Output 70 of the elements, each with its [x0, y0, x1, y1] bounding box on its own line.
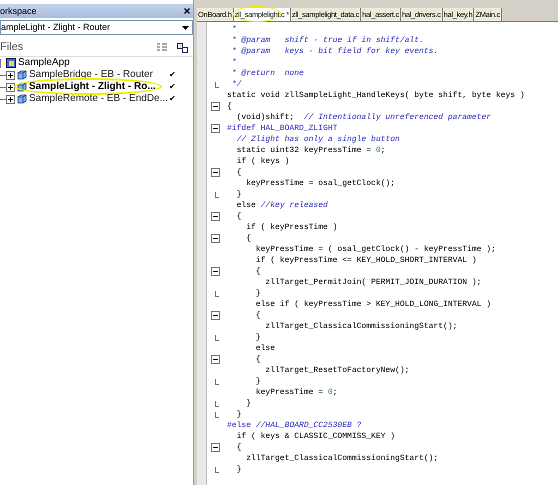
panel-title: orkspace — [0, 6, 37, 16]
code-line: else if ( keyPressTime > KEY_HOLD_LONG_INTERVAL ) — [254, 299, 492, 310]
collapse-icon[interactable] — [210, 124, 220, 133]
code-line: static uint32 keyPressTime = 0; — [236, 145, 386, 156]
code-line: { — [254, 354, 261, 365]
code-line: zllTarget_ResetToFactoryNew(); — [264, 365, 410, 376]
code-line: } — [254, 288, 261, 299]
code-line: } — [236, 189, 242, 200]
expand-icon[interactable] — [6, 70, 15, 80]
code-line: zllTarget_PermitJoin( PERMIT_JOIN_DURATION ); — [264, 277, 482, 288]
checkmark-icon: ✔ — [169, 71, 176, 79]
expand-icon[interactable] — [6, 82, 15, 92]
project-icon — [6, 58, 16, 68]
code-line: { — [236, 442, 242, 453]
code-line: if ( keyPressTime ) — [245, 222, 338, 233]
code-line: else //key released — [236, 200, 328, 211]
code-line: { — [254, 266, 261, 277]
code-line: * — [230, 57, 237, 68]
code-line: } — [245, 398, 252, 409]
code-line: else — [254, 343, 276, 354]
column-header: Files — [0, 40, 24, 56]
cube-icon — [17, 70, 27, 80]
checkmark-icon: ✔ — [169, 95, 176, 103]
code-line: * @param keys - bit field for key events. — [230, 46, 438, 57]
cube-icon — [17, 94, 27, 104]
code-line: { — [245, 233, 252, 244]
collapse-icon[interactable] — [210, 443, 220, 452]
grid-icon[interactable] — [177, 42, 188, 52]
tree-item[interactable]: SampleRemote - EB - EndDe... — [29, 94, 165, 104]
tree-item[interactable]: SampleLight - Zlight - Ro... — [29, 82, 165, 92]
code-line: { — [254, 310, 261, 321]
code-line: keyPressTime = osal_getClock(); — [245, 178, 396, 189]
collapse-icon[interactable] — [210, 212, 220, 221]
code-line: * — [230, 24, 237, 35]
close-icon[interactable] — [184, 8, 190, 14]
code-line: } — [236, 409, 242, 420]
collapse-icon[interactable] — [210, 234, 220, 243]
caret-icon — [182, 26, 189, 30]
code-line: if ( keyPressTime <= KEY_HOLD_SHORT_INTERVAL ) — [254, 255, 477, 266]
collapse-icon[interactable] — [210, 311, 220, 320]
code-line: * @return none — [230, 68, 304, 79]
code-line: // Zlight has only a single button — [236, 134, 400, 145]
checkmark-icon: ✔ — [169, 83, 176, 91]
collapse-icon[interactable] — [210, 267, 220, 276]
collapse-icon[interactable] — [210, 355, 220, 364]
code-line: if ( keys ) — [236, 156, 290, 167]
code-line: } — [254, 332, 261, 343]
tree-item[interactable]: SampleBridge - EB - Router — [29, 70, 165, 80]
expand-icon[interactable] — [6, 94, 15, 104]
code-line: static void zllSampleLight_HandleKeys( byte shift, byte keys ) — [227, 90, 525, 101]
code-line: keyPressTime = ( osal_getClock() - keyPressTime ); — [254, 244, 496, 255]
configuration-dropdown[interactable]: ampleLight - Zlight - Router — [0, 20, 193, 35]
code-line: * @param shift - true if in shift/alt. — [230, 35, 424, 46]
code-line: { — [227, 101, 232, 112]
tree-item[interactable]: SampleApp — [18, 58, 70, 68]
code-line: if ( keys & CLASSIC_COMMISS_KEY ) — [236, 431, 396, 442]
code-line: keyPressTime = 0; — [254, 387, 338, 398]
code-line: zllTarget_ClassicalCommissioningStart(); — [264, 321, 458, 332]
code-line: { — [236, 211, 242, 222]
code-line: #else //HAL_BOARD_CC2530EB ? — [227, 420, 362, 431]
collapse-icon[interactable] — [210, 102, 220, 111]
code-line: { — [236, 167, 242, 178]
collapse-icon[interactable] — [210, 168, 220, 177]
code-line: (void)shift; // Intentionally unreferenced parameter — [236, 112, 492, 123]
code-line: } — [254, 376, 261, 387]
code-line: } — [236, 464, 242, 475]
code-line: #ifdef HAL_BOARD_ZLIGHT — [227, 123, 338, 134]
list-icon[interactable] — [157, 43, 167, 52]
code-line: zllTarget_ClassicalCommissioningStart(); — [245, 453, 438, 464]
code-line: */ — [230, 79, 242, 90]
